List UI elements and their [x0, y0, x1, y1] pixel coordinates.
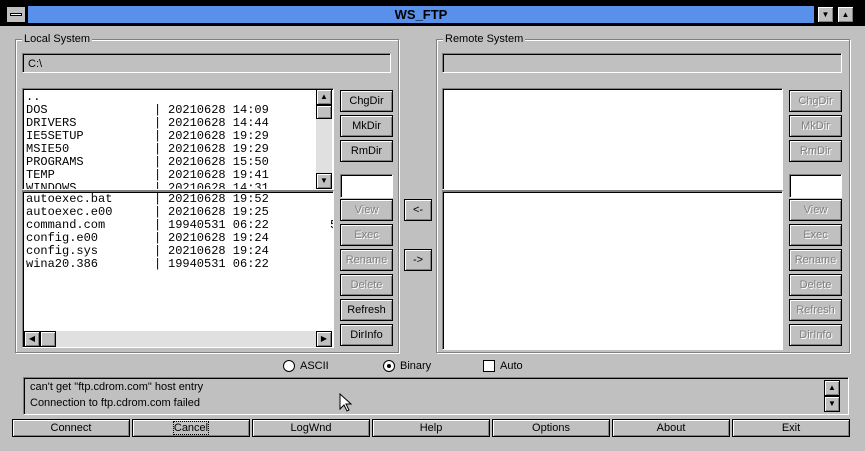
dir-name: WINDOWS: [26, 181, 77, 190]
title-strip[interactable]: WS_FTP: [28, 6, 814, 23]
local-refresh-button[interactable]: Refresh: [340, 299, 393, 321]
title-bar: WS_FTP ▼ ▲: [0, 0, 865, 26]
remote-dirinfo-button[interactable]: DirInfo: [789, 324, 842, 346]
local-view-button[interactable]: View: [340, 199, 393, 221]
local-rename-button[interactable]: Rename: [340, 249, 393, 271]
auto-checkbox[interactable]: [483, 360, 495, 372]
system-menu-icon[interactable]: [6, 6, 26, 23]
arrow-up-icon[interactable]: ▲: [316, 89, 332, 105]
about-label: About: [656, 422, 686, 434]
file-name: wina20.386: [26, 257, 99, 271]
remote-system-label: Remote System: [443, 33, 526, 45]
logwnd-button[interactable]: LogWnd: [252, 419, 370, 437]
arrow-left-icon[interactable]: ◀: [24, 331, 40, 347]
help-button[interactable]: Help: [372, 419, 490, 437]
status-log[interactable]: can't get "ftp.cdrom.com" host entry Con…: [23, 377, 849, 415]
dir-date: 20210628 14:31: [168, 181, 269, 190]
file-date: 19940531 06:22: [168, 257, 269, 271]
local-file-list[interactable]: autoexec.bat | 20210628 19:52 autoexec.e00 |…: [22, 190, 334, 348]
binary-radio[interactable]: [383, 360, 395, 372]
options-button[interactable]: Options: [492, 419, 610, 437]
local-dir-list[interactable]: .. DOS | 20210628 14:09 DRIVERS | 20210628 14:…: [22, 88, 334, 190]
local-mkdir-button[interactable]: MkDir: [340, 115, 393, 137]
local-filter-input[interactable]: [340, 174, 393, 198]
remote-chgdir-button[interactable]: ChgDir: [789, 90, 842, 112]
local-file-scroll-thumb[interactable]: [40, 331, 56, 347]
status-line-2: Connection to ftp.cdrom.com failed: [30, 397, 200, 409]
local-file-scrollbar[interactable]: [24, 331, 332, 347]
cancel-button[interactable]: Cancel: [132, 419, 250, 437]
local-dirinfo-button[interactable]: DirInfo: [340, 324, 393, 346]
remote-filter-input[interactable]: [789, 174, 842, 198]
status-scroll-down-icon[interactable]: ▼: [824, 396, 840, 412]
connect-label: Connect: [50, 422, 92, 434]
arrow-down-icon[interactable]: ▼: [316, 173, 332, 189]
remote-path-field[interactable]: [442, 53, 842, 73]
remote-refresh-button[interactable]: Refresh: [789, 299, 842, 321]
exit-button[interactable]: Exit: [732, 419, 850, 437]
arrow-right-icon[interactable]: ▶: [316, 331, 332, 347]
binary-label: Binary: [400, 360, 432, 372]
remote-mkdir-button[interactable]: MkDir: [789, 115, 842, 137]
remote-dir-list[interactable]: [442, 88, 783, 190]
column-separator: |: [154, 181, 162, 190]
ascii-radio[interactable]: [283, 360, 295, 372]
local-chgdir-button[interactable]: ChgDir: [340, 90, 393, 112]
remote-view-button[interactable]: View: [789, 199, 842, 221]
help-label: Help: [419, 422, 443, 434]
remote-rmdir-button[interactable]: RmDir: [789, 140, 842, 162]
remote-file-list[interactable]: [442, 190, 783, 350]
local-dir-scroll-thumb[interactable]: [316, 105, 332, 119]
remote-delete-button[interactable]: Delete: [789, 274, 842, 296]
exit-label: Exit: [781, 422, 801, 434]
about-button[interactable]: About: [612, 419, 730, 437]
file-size-fragment: 5: [330, 219, 333, 232]
transfer-to-remote-button[interactable]: ->: [404, 249, 432, 271]
local-path-field[interactable]: C:\: [22, 53, 391, 73]
window-title: WS_FTP: [394, 7, 448, 22]
options-label: Options: [532, 422, 570, 434]
maximize-icon[interactable]: ▲: [837, 6, 854, 23]
logwnd-label: LogWnd: [290, 422, 332, 434]
auto-label: Auto: [500, 360, 523, 372]
status-scroll-up-icon[interactable]: ▲: [824, 380, 840, 396]
local-delete-button[interactable]: Delete: [340, 274, 393, 296]
local-system-label: Local System: [22, 33, 93, 45]
local-rmdir-button[interactable]: RmDir: [340, 140, 393, 162]
connect-button[interactable]: Connect: [12, 419, 130, 437]
ascii-label: ASCII: [300, 360, 329, 372]
local-exec-button[interactable]: Exec: [340, 224, 393, 246]
transfer-to-local-button[interactable]: <-: [404, 199, 432, 221]
remote-exec-button[interactable]: Exec: [789, 224, 842, 246]
remote-rename-button[interactable]: Rename: [789, 249, 842, 271]
status-line-1: can't get "ftp.cdrom.com" host entry: [30, 381, 204, 393]
column-separator: |: [154, 257, 162, 271]
radio-selected-dot: [387, 364, 391, 368]
cancel-label: Cancel: [172, 421, 210, 435]
mouse-pointer-icon: [339, 393, 353, 412]
minimize-icon[interactable]: ▼: [817, 6, 834, 23]
